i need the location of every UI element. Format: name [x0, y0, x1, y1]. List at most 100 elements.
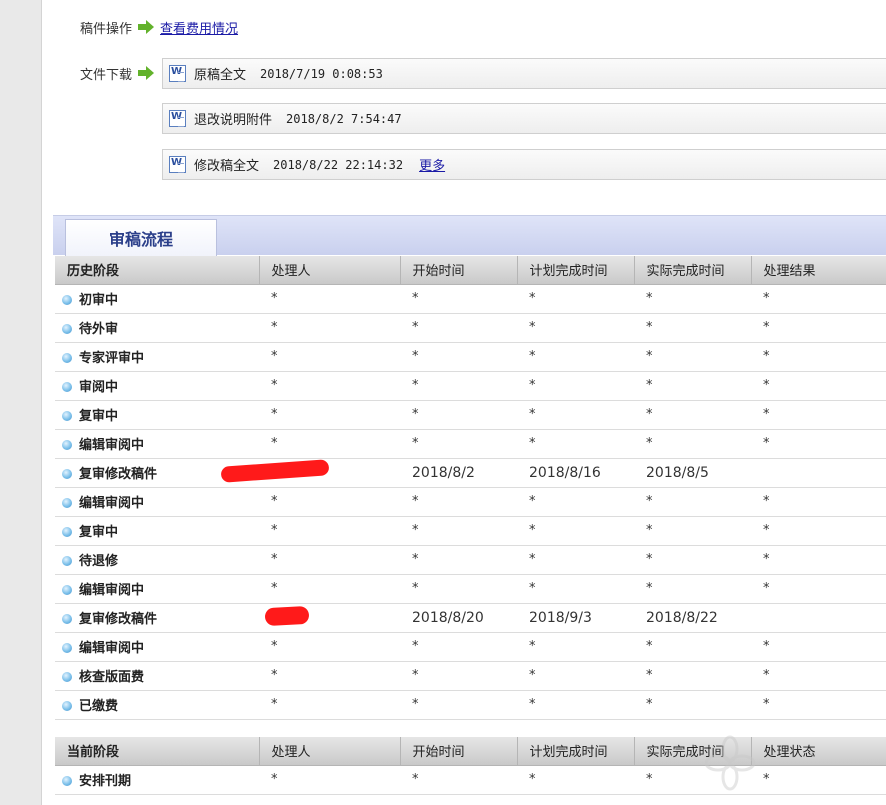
bullet-icon: [62, 469, 72, 479]
actual-cell: *: [634, 342, 751, 372]
table-row: 编辑审阅中 * * * * *: [55, 487, 886, 517]
table-row: 安排刊期 * * * * *: [55, 765, 886, 795]
table-row: 已缴费 * * * * *: [55, 690, 886, 720]
result-cell: *: [751, 690, 886, 720]
stage-name: 复审修改稿件: [79, 467, 158, 482]
file-name[interactable]: 修改稿全文: [194, 155, 259, 174]
word-doc-icon[interactable]: [169, 65, 186, 82]
stage-cell: 编辑审阅中: [55, 487, 259, 517]
start-cell: *: [400, 661, 517, 691]
planned-cell: *: [517, 765, 634, 795]
handler-cell: *: [259, 487, 400, 517]
col-header-start: 开始时间: [399, 737, 517, 766]
actual-cell: *: [634, 690, 751, 720]
table-row: 核查版面费 * * * * *: [55, 661, 886, 691]
result-cell: *: [751, 574, 886, 604]
planned-cell: *: [517, 342, 634, 372]
process-tab-bar: 审稿流程: [53, 215, 886, 256]
stage-name: 编辑审阅中: [79, 496, 145, 511]
start-cell: *: [400, 632, 517, 662]
start-cell: *: [400, 400, 517, 430]
planned-cell: *: [517, 429, 634, 459]
planned-cell: 2018/8/16: [517, 458, 634, 488]
col-header-planned: 计划完成时间: [516, 256, 634, 285]
planned-cell: *: [517, 661, 634, 691]
planned-cell: *: [517, 545, 634, 575]
handler-cell: [220, 458, 400, 488]
stage-cell: 专家评审中: [55, 342, 259, 372]
result-cell: *: [751, 313, 886, 343]
bullet-icon: [62, 701, 72, 711]
word-doc-icon[interactable]: [169, 156, 186, 173]
actual-cell: 2018/8/22: [634, 603, 751, 633]
stage-name: 复审修改稿件: [79, 612, 158, 627]
planned-cell: *: [517, 284, 634, 314]
stage-cell: 复审中: [55, 400, 259, 430]
bullet-icon: [62, 382, 72, 392]
start-cell: 2018/8/20: [400, 603, 517, 633]
table-row: 复审中 * * * * *: [55, 516, 886, 546]
tab-label: 审稿流程: [108, 230, 173, 249]
start-cell: *: [400, 429, 517, 459]
handler-cell: *: [259, 313, 400, 343]
planned-cell: *: [517, 400, 634, 430]
file-name[interactable]: 原稿全文: [194, 64, 246, 83]
bullet-icon: [62, 776, 72, 786]
file-item-original: 原稿全文 2018/7/19 0:08:53: [162, 58, 886, 89]
handler-cell: *: [259, 574, 400, 604]
table-row: 编辑审阅中 * * * * *: [55, 574, 886, 604]
handler-cell: *: [259, 371, 400, 401]
actual-cell: *: [634, 284, 751, 314]
actual-cell: *: [634, 574, 751, 604]
handler-cell: *: [259, 765, 400, 795]
stage-cell: 核查版面费: [55, 661, 259, 691]
stage-cell: 初审中: [55, 284, 259, 314]
result-cell: *: [751, 661, 886, 691]
stage-cell: 复审中: [55, 516, 259, 546]
stage-cell: 已缴费: [55, 690, 259, 720]
stage-name: 编辑审阅中: [79, 583, 145, 598]
result-cell: [751, 603, 886, 633]
more-files-link[interactable]: 更多: [419, 155, 445, 174]
file-time: 2018/8/22 22:14:32: [273, 157, 404, 172]
file-time: 2018/7/19 0:08:53: [260, 66, 383, 81]
stage-name: 专家评审中: [79, 351, 145, 366]
stage-name: 初审中: [79, 293, 119, 308]
result-cell: [751, 458, 886, 488]
manuscript-ops-row: 稿件操作 查看费用情况: [80, 17, 238, 37]
view-fee-link[interactable]: 查看费用情况: [160, 18, 238, 37]
bullet-icon: [62, 527, 72, 537]
result-cell: *: [751, 400, 886, 430]
planned-cell: *: [517, 574, 634, 604]
actual-cell: *: [634, 545, 751, 575]
result-cell: *: [751, 342, 886, 372]
col-header-planned: 计划完成时间: [516, 737, 634, 766]
stage-name: 复审中: [79, 525, 119, 540]
start-cell: *: [400, 371, 517, 401]
tab-review-process[interactable]: 审稿流程: [65, 219, 217, 256]
table-row: 专家评审中 * * * * *: [55, 342, 886, 372]
start-cell: *: [400, 313, 517, 343]
word-doc-icon[interactable]: [169, 110, 186, 127]
stage-name: 复审中: [79, 409, 119, 424]
file-download-label: 文件下载: [80, 67, 133, 83]
file-name[interactable]: 退改说明附件: [194, 109, 272, 128]
result-cell: *: [751, 429, 886, 459]
file-time: 2018/8/2 7:54:47: [286, 111, 402, 126]
planned-cell: 2018/9/3: [517, 603, 634, 633]
stage-cell: 审阅中: [55, 371, 259, 401]
file-item-revised: 修改稿全文 2018/8/22 22:14:32 更多: [162, 149, 886, 180]
handler-cell: *: [259, 661, 400, 691]
status-cell: *: [751, 765, 886, 795]
actual-cell: *: [634, 371, 751, 401]
result-cell: *: [751, 371, 886, 401]
table-row: 待退修 * * * * *: [55, 545, 886, 575]
bullet-icon: [62, 614, 72, 624]
table-row: 编辑审阅中 * * * * *: [55, 632, 886, 662]
stage-name: 安排刊期: [79, 774, 132, 789]
table-header-row: 历史阶段 处理人 开始时间 计划完成时间 实际完成时间 处理结果: [55, 256, 886, 285]
start-cell: 2018/8/2: [400, 458, 517, 488]
green-arrow-icon: [138, 66, 155, 80]
bullet-icon: [62, 643, 72, 653]
actual-cell: *: [634, 400, 751, 430]
